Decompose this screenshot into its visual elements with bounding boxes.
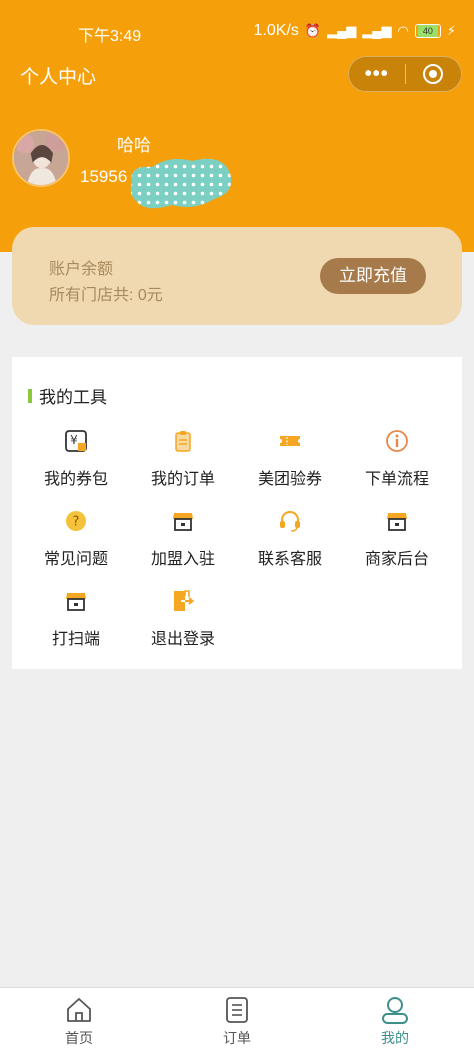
tool-label: 打扫端 bbox=[51, 631, 100, 648]
clipboard-icon bbox=[175, 431, 191, 452]
balance-total: 所有门店共: 0元 bbox=[49, 287, 163, 304]
tool-label: 美团验券 bbox=[257, 471, 322, 488]
tools-panel: 我的工具 ¥ 我的券包 我的订单 美团验券 下单流程 ? 常见问题 加盟入驻 联… bbox=[12, 357, 462, 669]
tool-label: 常见问题 bbox=[43, 551, 108, 568]
battery-level: 40 bbox=[417, 25, 438, 37]
alarm-icon: ⏰ bbox=[304, 23, 322, 38]
avatar[interactable] bbox=[12, 129, 70, 187]
wifi-icon: ◠ bbox=[397, 23, 409, 38]
tool-cleaner-app[interactable]: 打扫端 bbox=[22, 589, 130, 649]
tool-order-process[interactable]: 下单流程 bbox=[343, 429, 451, 489]
tab-label: 我的 bbox=[381, 1030, 409, 1046]
tool-logout[interactable]: 退出登录 bbox=[129, 589, 237, 649]
question-icon: ? bbox=[66, 511, 86, 531]
charging-icon: ⚡ bbox=[446, 23, 456, 38]
store-icon bbox=[387, 513, 407, 531]
ticket-icon bbox=[280, 436, 300, 446]
status-time: 下午3:49 bbox=[78, 28, 142, 45]
tab-label: 首页 bbox=[65, 1030, 93, 1046]
net-speed: 1.0K/s bbox=[253, 22, 299, 39]
signal-icon: ▂▄▆ bbox=[327, 23, 357, 38]
tool-label: 我的券包 bbox=[43, 471, 108, 488]
status-bar: 下午3:49 1.0K/s ⏰ ▂▄▆ ▂▄▆ ◠ 40 ⚡ bbox=[0, 22, 474, 45]
tool-label: 加盟入驻 bbox=[150, 551, 215, 568]
tool-coupon-wallet[interactable]: ¥ 我的券包 bbox=[22, 429, 130, 489]
recharge-button[interactable]: 立即充值 bbox=[320, 258, 426, 294]
tool-label: 我的订单 bbox=[150, 471, 215, 488]
status-icons: 1.0K/s ⏰ ▂▄▆ ▂▄▆ ◠ 40 ⚡ bbox=[254, 22, 456, 40]
info-icon bbox=[386, 430, 408, 452]
phone-privacy-mask bbox=[130, 158, 232, 209]
user-phone: 15956 bbox=[80, 167, 128, 186]
order-list-icon bbox=[226, 997, 248, 1023]
tool-faq[interactable]: ? 常见问题 bbox=[22, 509, 130, 569]
close-mini-program-button[interactable] bbox=[405, 64, 461, 84]
tools-title-text: 我的工具 bbox=[39, 388, 107, 407]
profile-header: 下午3:49 1.0K/s ⏰ ▂▄▆ ▂▄▆ ◠ 40 ⚡ 个人中心 ••• bbox=[0, 0, 474, 252]
svg-text:¥: ¥ bbox=[70, 433, 78, 447]
tool-label: 下单流程 bbox=[364, 471, 429, 488]
balance-card: 账户余额 所有门店共: 0元 立即充值 bbox=[12, 227, 462, 325]
svg-text:?: ? bbox=[73, 515, 80, 530]
tab-orders[interactable]: 订单 bbox=[197, 996, 277, 1048]
store-icon bbox=[173, 513, 193, 531]
wallet-yen-icon: ¥ bbox=[65, 430, 87, 452]
tools-section-title: 我的工具 bbox=[28, 383, 107, 408]
battery-icon: 40 bbox=[414, 24, 441, 38]
title-accent-bar bbox=[28, 388, 32, 403]
tab-mine[interactable]: 我的 bbox=[355, 996, 435, 1048]
tab-home[interactable]: 首页 bbox=[39, 996, 119, 1048]
tab-label: 订单 bbox=[223, 1030, 251, 1046]
tool-label: 联系客服 bbox=[257, 551, 322, 568]
more-options-button[interactable]: ••• bbox=[349, 57, 405, 91]
balance-label: 账户余额 bbox=[49, 261, 114, 278]
target-icon bbox=[423, 64, 444, 84]
tool-label: 商家后台 bbox=[364, 551, 429, 568]
tool-merchant-backend[interactable]: 商家后台 bbox=[343, 509, 451, 569]
tool-customer-service[interactable]: 联系客服 bbox=[236, 509, 344, 569]
home-icon bbox=[67, 998, 91, 1022]
mini-program-capsule: ••• bbox=[348, 56, 462, 92]
user-icon bbox=[382, 997, 408, 1024]
logout-icon bbox=[174, 590, 195, 611]
title-bar: 个人中心 ••• bbox=[0, 56, 474, 92]
bottom-tab-bar: 首页 订单 我的 bbox=[0, 987, 474, 1053]
tool-my-orders[interactable]: 我的订单 bbox=[129, 429, 237, 489]
signal-icon-2: ▂▄▆ bbox=[362, 23, 392, 38]
store-icon bbox=[66, 593, 86, 611]
tool-meituan-verify[interactable]: 美团验券 bbox=[236, 429, 344, 489]
headset-icon bbox=[280, 511, 300, 532]
page-title: 个人中心 bbox=[20, 67, 97, 88]
tool-franchise[interactable]: 加盟入驻 bbox=[129, 509, 237, 569]
tool-label: 退出登录 bbox=[150, 631, 215, 648]
